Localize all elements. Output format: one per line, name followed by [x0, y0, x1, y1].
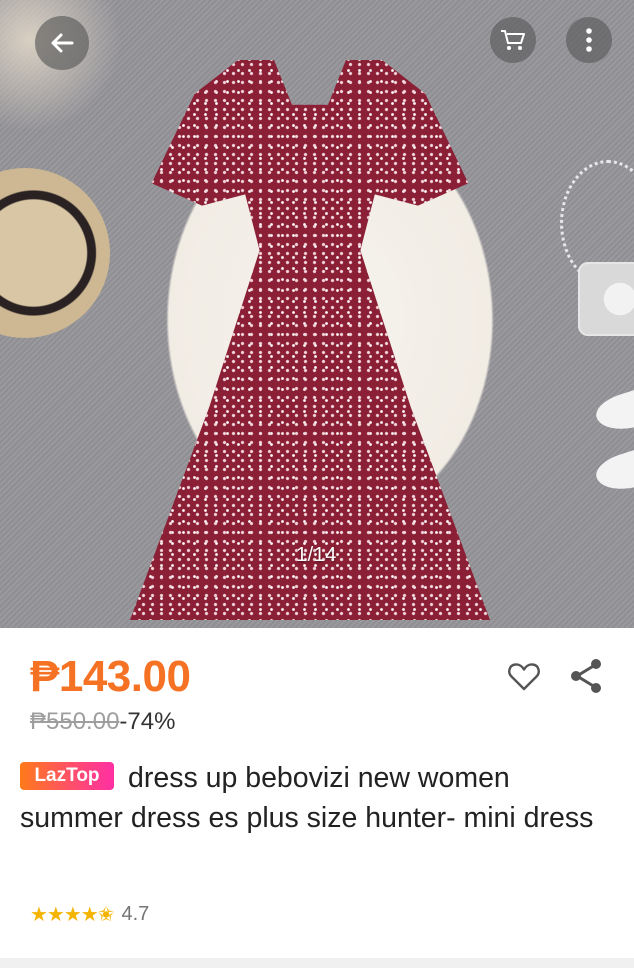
cart-button[interactable]: [490, 17, 536, 63]
current-price: ₱143.00: [30, 652, 191, 701]
heart-icon[interactable]: [506, 658, 542, 694]
discount-percent: -74%: [119, 708, 176, 735]
original-price-row: ₱550.00-74%: [30, 708, 175, 736]
image-counter: 1/14: [296, 544, 337, 566]
hat-prop-image: [0, 168, 110, 338]
section-divider: [0, 958, 634, 968]
more-options-button[interactable]: [566, 17, 612, 63]
share-icon[interactable]: [566, 656, 606, 696]
shoe-prop-image: [592, 382, 634, 438]
more-vertical-icon: [586, 28, 592, 52]
product-title: dress up bebovizi new women summer dress…: [20, 762, 594, 834]
shoe-prop-image: [592, 442, 634, 498]
product-image-gallery[interactable]: 1/14: [0, 0, 634, 628]
back-button[interactable]: [35, 16, 89, 70]
cart-icon: [501, 30, 525, 50]
bag-prop-image: [578, 262, 634, 336]
original-price: ₱550.00: [30, 708, 120, 735]
rating-stars-icon: ★★★★✬: [30, 904, 114, 926]
rating-value: 4.7: [121, 903, 150, 925]
dress-product-image: [130, 60, 490, 620]
arrow-left-icon: [51, 33, 74, 53]
rating-row[interactable]: ★★★★✬ 4.7: [30, 902, 149, 927]
